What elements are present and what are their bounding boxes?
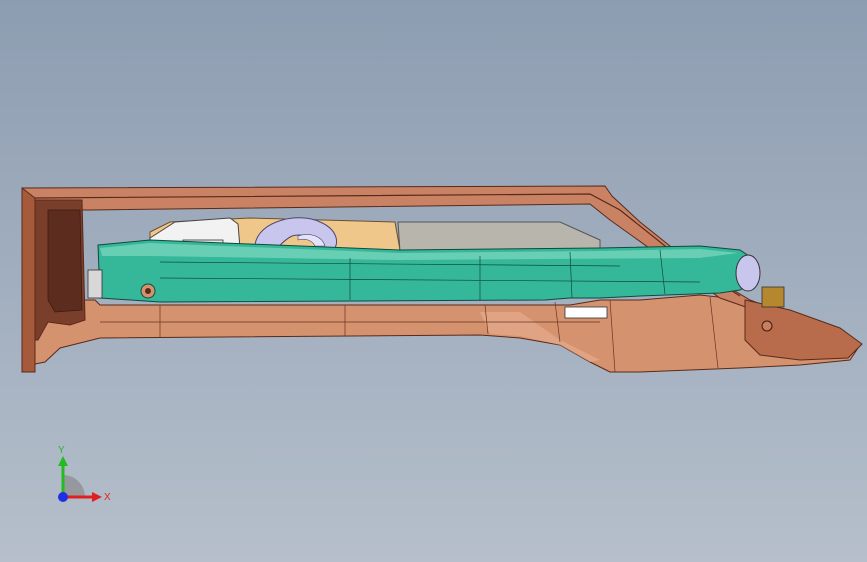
graphics-viewport[interactable]: Y X — [0, 0, 867, 562]
right-connector[interactable] — [761, 286, 785, 308]
housing-body[interactable] — [29, 294, 861, 373]
left-connector[interactable] — [87, 269, 103, 299]
3d-model-view[interactable]: Y X — [0, 0, 867, 562]
cyan-body-label-plate — [564, 306, 608, 319]
triad-z-axis — [58, 492, 68, 502]
housing-left-tab[interactable] — [21, 186, 36, 373]
housing-bolt[interactable] — [761, 320, 773, 332]
housing-left-cap-inner — [47, 209, 83, 313]
coordinate-triad: Y X — [58, 445, 111, 503]
triad-y-label: Y — [58, 445, 65, 456]
right-lens-cap[interactable] — [735, 254, 761, 292]
triad-x-label: X — [104, 492, 111, 503]
cyan-body-mount-hole-inner — [145, 288, 151, 294]
triad-y-arrow — [58, 456, 68, 466]
inner-gray-cover[interactable] — [397, 221, 601, 253]
triad-x-arrow — [92, 492, 102, 502]
housing-nose[interactable] — [744, 299, 863, 361]
